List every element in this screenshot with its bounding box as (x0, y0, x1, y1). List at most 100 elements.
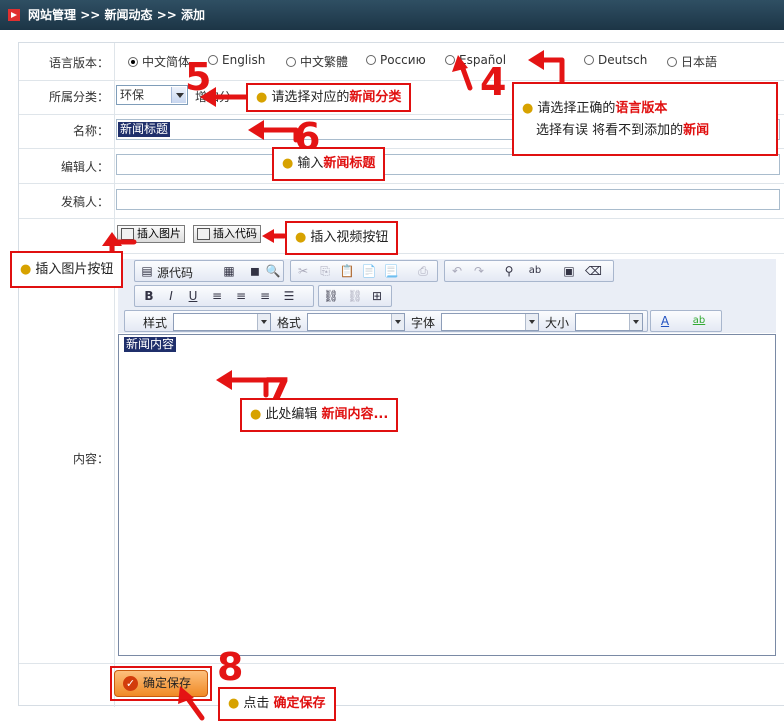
breadcrumb-section[interactable]: 新闻动态 (105, 8, 153, 22)
callout-category: ● 请选择对应的新闻分类 (246, 83, 412, 112)
breadcrumb-page: 添加 (181, 8, 206, 22)
select-all-icon[interactable]: ▣ (561, 263, 577, 279)
align-center-icon[interactable]: ≡ (233, 288, 249, 304)
callout-video-button: ● 插入视频按钮 (285, 221, 399, 255)
source-button[interactable]: 源代码 (157, 264, 193, 281)
align-justify-icon[interactable]: ☰ (281, 288, 297, 304)
unlink-icon[interactable]: ⛓ (347, 288, 363, 304)
language-option-en[interactable]: English (208, 53, 265, 67)
toolbar-group-edit: ↶ ↷ ⚲ ab ▣ ⌫ (444, 260, 614, 282)
callout-title: ● 输入新闻标题 (272, 147, 386, 181)
toolbar-group-styles: 样式 格式 字体 大小 (124, 310, 648, 332)
row-divider (19, 80, 784, 81)
breadcrumb-site[interactable]: 网站管理 (28, 8, 76, 22)
breadcrumb-separator: >> (80, 8, 101, 22)
style-combo[interactable] (173, 313, 271, 331)
align-right-icon[interactable]: ≡ (257, 288, 273, 304)
category-select-value: 环保 (120, 88, 145, 102)
toolbar-group-clipboard: ✂ ⎘ 📋 📄 📃 ⎙ (290, 260, 438, 282)
insert-image-button[interactable]: 插入图片 (117, 225, 185, 243)
editor-label: 编辑人： (60, 160, 109, 174)
background-color-icon[interactable]: ab (691, 313, 707, 329)
print-icon[interactable]: ⎙ (415, 263, 431, 279)
annotation-number-8: 8 (217, 645, 244, 689)
breadcrumb: 网站管理 >> 新闻动态 >> 添加 (0, 0, 784, 30)
row-divider (19, 218, 784, 219)
category-label: 所属分类： (48, 90, 109, 104)
toolbar-group-link: ⛓ ⛓ ⊞ (318, 285, 392, 307)
chevron-down-icon[interactable] (257, 314, 270, 330)
content-text: 新闻内容 (124, 337, 177, 352)
callout-content: ● 此处编辑 新闻内容... (240, 398, 399, 432)
toolbar-group-colors: A ab (650, 310, 722, 332)
size-combo[interactable] (575, 313, 643, 331)
italic-icon[interactable]: I (163, 288, 179, 304)
text-color-icon[interactable]: A (657, 313, 673, 329)
link-icon[interactable]: ⛓ (323, 288, 339, 304)
undo-icon[interactable]: ↶ (449, 263, 465, 279)
language-option-zh-tw[interactable]: 中文繁體 (286, 53, 348, 70)
toolbar-group-format: B I U ≡ ≡ ≡ ☰ (134, 285, 314, 307)
paste-text-icon[interactable]: 📄 (361, 263, 377, 279)
paste-word-icon[interactable]: 📃 (383, 263, 399, 279)
copy-icon[interactable]: ⎘ (317, 263, 333, 279)
radio-icon[interactable] (286, 56, 296, 67)
category-select[interactable]: 环保 (116, 85, 188, 105)
content-editor[interactable]: 新闻内容 (118, 334, 776, 656)
language-option-ja[interactable]: 日本語 (667, 53, 717, 70)
bold-icon[interactable]: B (141, 288, 157, 304)
paste-icon[interactable]: 📋 (339, 263, 355, 279)
chevron-down-icon[interactable] (171, 87, 186, 103)
language-option-zh-cn[interactable]: 中文简体 (128, 53, 190, 70)
chevron-down-icon[interactable] (391, 314, 404, 330)
insert-code-button[interactable]: 插入代码 (193, 225, 261, 243)
breadcrumb-separator: >> (156, 8, 177, 22)
annotation-number-5: 5 (185, 55, 212, 99)
title-input-value: 新闻标题 (118, 122, 171, 137)
code-icon (197, 228, 210, 240)
callout-language: ● 请选择正确的语言版本 选择有误 将看不到添加的新闻 (512, 82, 778, 156)
editor-input[interactable] (116, 154, 780, 175)
save-button-highlight (110, 666, 212, 701)
align-left-icon[interactable]: ≡ (209, 288, 225, 304)
underline-icon[interactable]: U (185, 288, 201, 304)
font-label: 字体 (411, 316, 436, 330)
spellcheck-icon[interactable]: ab (527, 263, 543, 279)
radio-icon[interactable] (366, 54, 376, 65)
radio-icon[interactable] (445, 54, 455, 65)
eraser-icon[interactable]: ⌫ (585, 263, 602, 279)
find-icon[interactable]: ⚲ (501, 263, 517, 279)
callout-save: ● 点击 确定保存 (218, 687, 336, 721)
format-label: 格式 (277, 316, 302, 330)
radio-icon[interactable] (128, 56, 138, 67)
source-icon[interactable]: ▤ (139, 263, 155, 279)
chevron-down-icon[interactable] (525, 314, 538, 330)
style-label: 样式 (143, 316, 168, 330)
toolbar-group-document: ▤ 源代码 ▦ ◼ 🔍 (134, 260, 284, 282)
language-option-ru[interactable]: Россию (366, 53, 426, 67)
paste-template-icon[interactable]: ▦ (221, 263, 237, 279)
publisher-input[interactable] (116, 189, 780, 210)
radio-icon[interactable] (667, 56, 677, 67)
row-divider (19, 253, 784, 254)
font-combo[interactable] (441, 313, 539, 331)
format-combo[interactable] (307, 313, 405, 331)
label-column-divider (114, 43, 115, 707)
image-icon (121, 228, 134, 240)
size-label: 大小 (545, 316, 570, 330)
table-icon[interactable]: ⊞ (369, 288, 385, 304)
annotation-number-4: 4 (480, 60, 507, 104)
save-icon[interactable]: ◼ (247, 263, 263, 279)
preview-icon[interactable]: 🔍 (265, 263, 281, 279)
radio-icon[interactable] (584, 54, 594, 65)
cut-icon[interactable]: ✂ (295, 263, 311, 279)
redo-icon[interactable]: ↷ (471, 263, 487, 279)
row-divider (19, 183, 784, 184)
chevron-down-icon[interactable] (629, 314, 642, 330)
content-label: 内容： (72, 452, 109, 466)
rich-editor-toolbar: ▤ 源代码 ▦ ◼ 🔍 ✂ ⎘ 📋 📄 📃 ⎙ ↶ ↷ ⚲ ab ▣ ⌫ B I… (118, 259, 776, 333)
callout-image-button: ● 插入图片按钮 (10, 251, 124, 288)
language-label: 语言版本： (48, 56, 109, 70)
language-option-de[interactable]: Deutsch (584, 53, 647, 67)
arrow-bullet-icon (8, 8, 20, 21)
